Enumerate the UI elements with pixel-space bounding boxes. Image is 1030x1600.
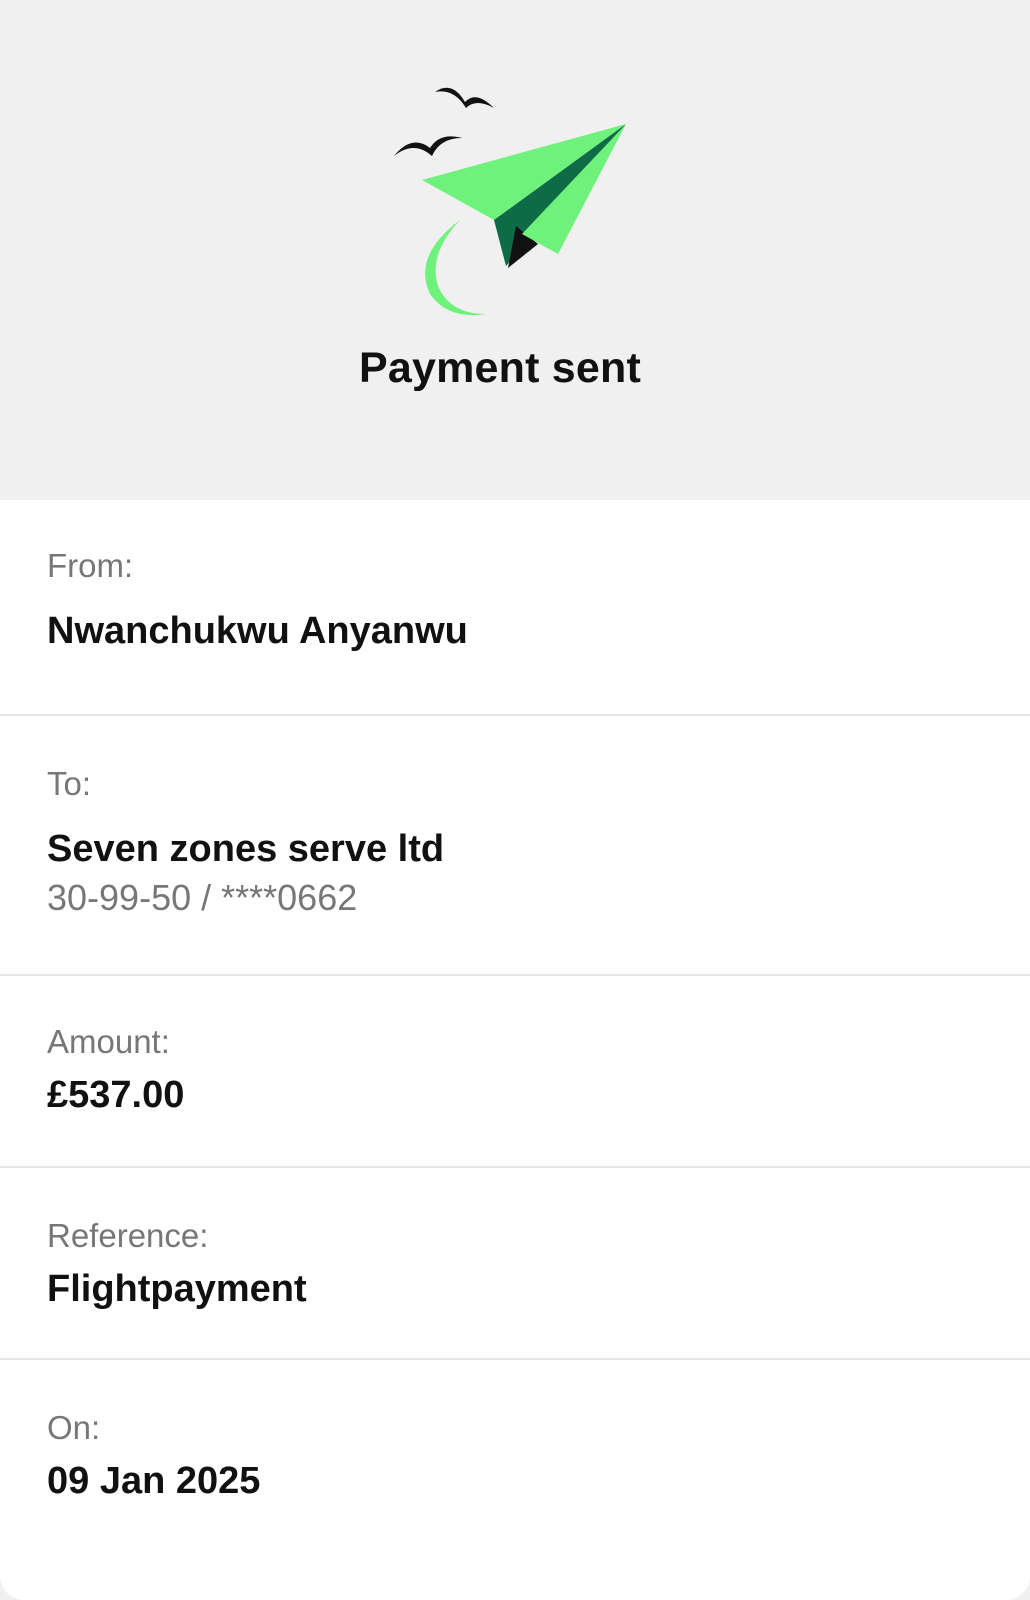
recipient-name: Seven zones serve ltd (47, 828, 445, 870)
amount-value: £537.00 (47, 1074, 185, 1116)
date-label: On: (47, 1409, 101, 1446)
recipient-account: 30-99-50 / ****0662 (47, 877, 358, 918)
from-label: From: (47, 547, 134, 584)
detail-row-amount: Amount: £537.00 (0, 976, 1030, 1168)
reference-value: Flightpayment (47, 1268, 307, 1310)
paper-plane-icon (390, 84, 640, 324)
detail-row-to: To: Seven zones serve ltd 30-99-50 / ***… (0, 716, 1030, 976)
payment-confirmation-screen: Payment sent From: Nwanchukwu Anyanwu To… (0, 0, 1030, 1600)
sender-name: Nwanchukwu Anyanwu (47, 610, 468, 652)
detail-row-reference: Reference: Flightpayment (0, 1168, 1030, 1360)
page-title: Payment sent (358, 344, 641, 392)
detail-row-from: From: Nwanchukwu Anyanwu (0, 500, 1030, 716)
to-label: To: (47, 765, 92, 802)
amount-label: Amount: (47, 1023, 170, 1060)
confirmation-header: Payment sent (0, 0, 1030, 500)
detail-row-date: On: 09 Jan 2025 (0, 1360, 1030, 1560)
payment-details-card: From: Nwanchukwu Anyanwu To: Seven zones… (0, 500, 1030, 1600)
reference-label: Reference: (47, 1217, 209, 1254)
date-value: 09 Jan 2025 (47, 1460, 261, 1502)
